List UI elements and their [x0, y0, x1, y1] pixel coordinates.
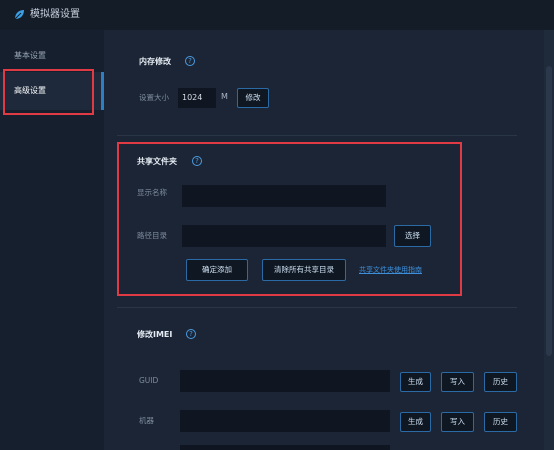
history-button[interactable]: 历史 — [484, 412, 517, 432]
section-divider — [117, 135, 517, 136]
generate-button[interactable]: 生成 — [400, 372, 431, 392]
scrollbar-thumb[interactable] — [546, 66, 552, 356]
machine-input[interactable] — [180, 410, 390, 432]
imei-section-title: 修改IMEI — [137, 330, 173, 339]
memory-apply-button[interactable]: 修改 — [237, 88, 269, 108]
window-title: 模拟器设置 — [30, 9, 80, 20]
display-name-input[interactable] — [182, 185, 386, 207]
title-bar: 模拟器设置 — [0, 0, 554, 30]
memory-unit-label: M — [221, 92, 228, 101]
sidebar-item-basic-settings[interactable]: 基本设置 — [0, 38, 104, 74]
confirm-add-button[interactable]: 确定添加 — [186, 259, 248, 281]
section-divider — [117, 307, 517, 308]
partial-input[interactable] — [180, 445, 390, 450]
help-icon[interactable]: ? — [192, 156, 202, 166]
imei-row-label: GUID — [139, 376, 159, 385]
write-button[interactable]: 写入 — [441, 372, 474, 392]
guid-input[interactable] — [180, 370, 390, 392]
path-input[interactable] — [182, 225, 386, 247]
imei-row-label: 机器 — [139, 416, 154, 425]
sidebar-item-advanced-settings[interactable]: 高级设置 — [0, 72, 104, 110]
sidebar: 基本设置 高级设置 — [0, 30, 104, 450]
shared-folder-guide-link[interactable]: 共享文件夹使用指南 — [359, 265, 422, 275]
write-button[interactable]: 写入 — [441, 412, 474, 432]
help-icon[interactable]: ? — [186, 329, 196, 339]
memory-size-input[interactable]: 1024 — [178, 88, 216, 108]
leaf-icon — [14, 10, 24, 20]
history-button[interactable]: 历史 — [484, 372, 517, 392]
shared-folder-section-title: 共享文件夹 — [137, 157, 177, 166]
path-label: 路径目录 — [137, 231, 167, 240]
browse-button[interactable]: 选择 — [394, 225, 431, 247]
sidebar-item-label: 高级设置 — [14, 86, 46, 95]
generate-button[interactable]: 生成 — [400, 412, 431, 432]
help-icon[interactable]: ? — [185, 56, 195, 66]
memory-size-label: 设置大小 — [139, 93, 169, 102]
scrollbar-track[interactable] — [544, 30, 554, 450]
display-name-label: 显示名称 — [137, 188, 167, 197]
memory-section-title: 内存修改 — [139, 57, 171, 66]
clear-shared-dirs-button[interactable]: 清除所有共享目录 — [262, 259, 346, 281]
